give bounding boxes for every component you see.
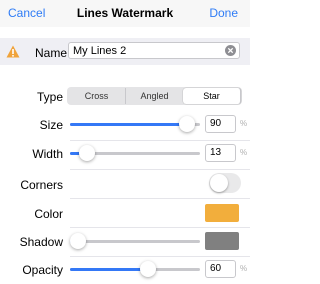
name-label: Name <box>35 46 68 60</box>
type-option-angled[interactable]: Angled <box>126 88 183 104</box>
name-field[interactable]: My Lines 2 <box>68 42 240 59</box>
corners-row: Corners <box>0 171 250 199</box>
opacity-slider[interactable] <box>70 261 200 277</box>
color-swatch[interactable] <box>205 204 239 222</box>
opacity-slider-thumb[interactable] <box>140 261 156 277</box>
corners-label: Corners <box>20 178 63 192</box>
width-slider[interactable] <box>70 145 200 161</box>
corners-toggle[interactable] <box>209 173 241 193</box>
shadow-slider[interactable] <box>70 233 200 249</box>
shadow-slider-thumb[interactable] <box>70 233 86 249</box>
navigation-bar: Cancel Lines Watermark Done <box>0 0 250 27</box>
opacity-slider-fill <box>70 268 148 271</box>
color-row: Color <box>0 200 250 228</box>
width-unit: % <box>240 148 248 157</box>
type-segmented-control[interactable]: Cross Angled Star <box>67 87 242 105</box>
shadow-color-swatch[interactable] <box>205 232 239 250</box>
color-label: Color <box>34 207 63 221</box>
width-slider-thumb[interactable] <box>79 145 95 161</box>
size-slider-thumb[interactable] <box>179 116 195 132</box>
size-row: Size 90 % <box>0 111 250 139</box>
size-label: Size <box>39 118 63 132</box>
type-option-cross[interactable]: Cross <box>68 88 126 104</box>
width-value-field[interactable]: 13 <box>205 144 236 162</box>
type-label: Type <box>36 90 63 104</box>
corners-toggle-knob <box>210 174 228 192</box>
clear-icon[interactable] <box>225 45 236 56</box>
type-option-star[interactable]: Star <box>183 88 241 104</box>
width-label: Width <box>32 147 63 161</box>
opacity-unit: % <box>240 264 248 273</box>
opacity-value-field[interactable]: 60 <box>205 260 236 278</box>
shadow-row: Shadow <box>0 228 250 256</box>
divider <box>70 198 250 199</box>
size-unit: % <box>240 119 248 128</box>
size-slider[interactable] <box>70 116 200 132</box>
name-row: Name My Lines 2 <box>0 38 250 65</box>
type-row: Type Cross Angled Star <box>0 83 250 111</box>
divider <box>70 169 250 170</box>
name-value: My Lines 2 <box>73 45 127 57</box>
warning-icon <box>6 45 20 58</box>
size-slider-fill <box>70 123 187 126</box>
width-row: Width 13 % <box>0 140 250 168</box>
done-button[interactable]: Done <box>209 6 238 20</box>
shadow-label: Shadow <box>19 235 63 249</box>
opacity-label: Opacity <box>22 263 63 277</box>
size-value-field[interactable]: 90 <box>205 115 236 133</box>
opacity-row: Opacity 60 % <box>0 256 250 284</box>
